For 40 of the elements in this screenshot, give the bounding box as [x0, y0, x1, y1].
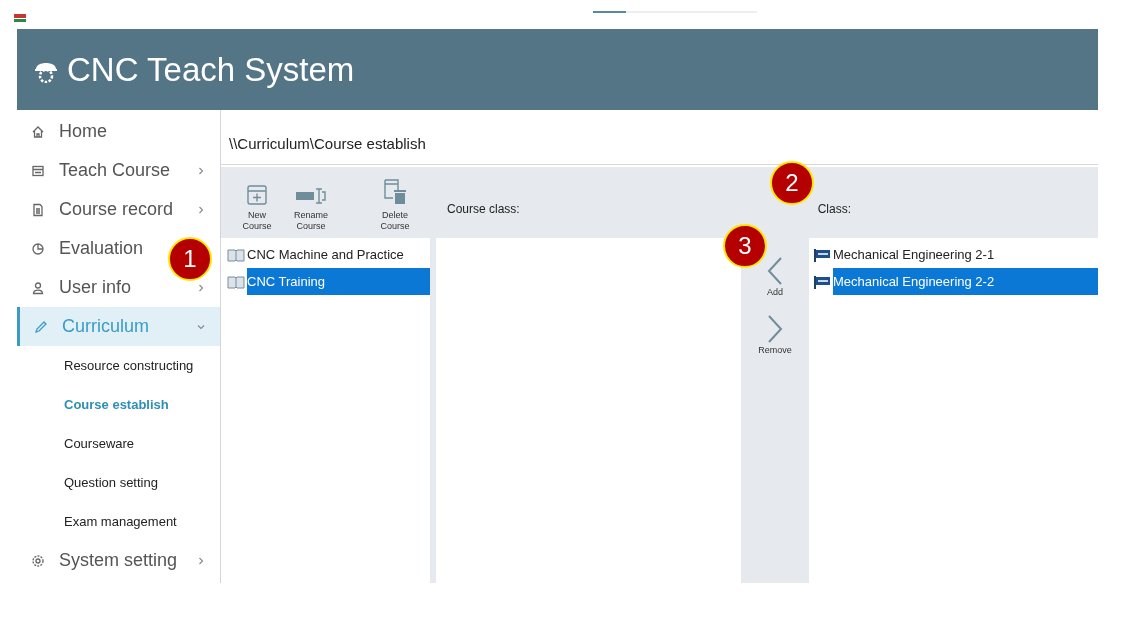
sidebar-item[interactable]: User info [59, 277, 132, 297]
course-item[interactable]: CNC Machine and Practice [221, 241, 430, 268]
sidebar-item[interactable]: Teach Course [59, 160, 171, 180]
callout-badge: 1 [168, 237, 212, 281]
app-title: CNC Teach System [67, 49, 355, 90]
document-icon [31, 202, 45, 217]
sidebar-subitem[interactable]: Courseware [17, 424, 220, 463]
sidebar-subitem[interactable]: Exam management [17, 502, 220, 541]
sidebar-subitem[interactable]: Resource constructing [17, 346, 220, 385]
sidebar-item[interactable]: Evaluation [59, 238, 144, 258]
transfer-button[interactable]: Add [766, 256, 784, 300]
chevron-left-icon [766, 256, 784, 286]
user-icon [31, 280, 45, 295]
breadcrumb: \\Curriculum\Course establish [229, 133, 426, 154]
course-class-label: Course class: [447, 201, 520, 218]
class-label: Class: [817, 201, 852, 218]
delete-icon [382, 178, 408, 206]
sidebar-item[interactable]: Course record [59, 199, 174, 219]
sidebar-subitem[interactable]: Question setting [17, 463, 220, 502]
toolbar-button[interactable]: New Course [233, 176, 281, 232]
book-icon [227, 247, 245, 262]
sidebar-item[interactable]: System setting [59, 550, 178, 570]
class-item[interactable]: Mechanical Engineering 2-1 [809, 241, 1098, 268]
panel-icon [31, 163, 45, 178]
sidebar-subitem[interactable]: Course establish [17, 385, 220, 424]
rename-icon [294, 186, 328, 206]
app-logo-icon [14, 14, 26, 22]
pie-chart-icon [31, 241, 45, 256]
sidebar-item[interactable]: Home [59, 121, 107, 141]
settings-icon [31, 553, 45, 568]
add-icon [246, 184, 268, 206]
chevron-right-icon [766, 313, 784, 344]
book-icon [227, 274, 245, 289]
toolbar-button[interactable]: Rename Course [287, 176, 335, 232]
toolbar-button[interactable]: Delete Course [371, 176, 419, 232]
flag-icon [813, 247, 831, 262]
flag-icon [813, 274, 831, 289]
transfer-button[interactable]: Remove [758, 313, 792, 357]
home-icon [31, 124, 45, 139]
pencil-icon [34, 319, 48, 334]
